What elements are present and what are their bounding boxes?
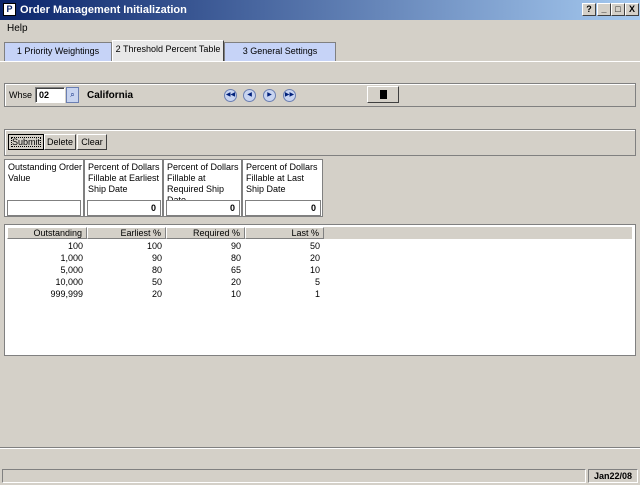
col-header-last[interactable]: Last % xyxy=(245,227,324,239)
table-cell[interactable]: 5 xyxy=(245,277,320,287)
last-record-icon[interactable]: ▶▶ xyxy=(283,89,296,102)
tab-threshold-percent-table[interactable]: 2 Threshold Percent Table xyxy=(112,40,224,62)
required-field: Percent of Dollars Fillable at Required … xyxy=(163,159,242,217)
clear-button[interactable]: Clear xyxy=(77,134,107,150)
help-button[interactable]: ? xyxy=(582,3,596,16)
col-header-required[interactable]: Required % xyxy=(166,227,245,239)
table-row[interactable]: 100 xyxy=(7,241,83,251)
whse-name: California xyxy=(87,90,134,101)
header-filler xyxy=(324,227,632,239)
bottom-divider-highlight xyxy=(0,448,640,449)
table-cell[interactable]: 80 xyxy=(166,253,241,263)
lookup-icon[interactable]: ⌕ xyxy=(66,87,79,103)
table-cell[interactable]: 80 xyxy=(87,265,162,275)
col-header-outstanding[interactable]: Outstanding xyxy=(7,227,87,239)
tab-divider xyxy=(0,61,640,62)
table-cell[interactable]: 20 xyxy=(166,277,241,287)
threshold-table[interactable]: Outstanding Earliest % Required % Last %… xyxy=(4,224,636,356)
table-cell[interactable]: 20 xyxy=(87,289,162,299)
earliest-label: Percent of Dollars Fillable at Earliest … xyxy=(88,162,160,194)
outstanding-input[interactable] xyxy=(7,200,81,216)
last-label: Percent of Dollars Fillable at Last Ship… xyxy=(246,162,318,194)
last-input[interactable]: 0 xyxy=(245,200,321,216)
warehouse-panel: Whse 02 ⌕ California ◀◀ ◀ ▶ ▶▶ xyxy=(4,83,636,107)
whse-label: Whse xyxy=(9,90,33,100)
outstanding-field: Outstanding Order Value xyxy=(4,159,84,217)
tab-priority-weightings[interactable]: 1 Priority Weightings xyxy=(4,42,112,61)
whse-input[interactable]: 02 xyxy=(35,87,65,103)
menu-bar: Help xyxy=(0,21,640,37)
delete-button[interactable]: Delete xyxy=(44,134,76,150)
table-cell[interactable]: 50 xyxy=(87,277,162,287)
table-cell[interactable]: 20 xyxy=(245,253,320,263)
delete-record-button[interactable] xyxy=(367,86,399,103)
table-row[interactable]: 5,000 xyxy=(7,265,83,275)
earliest-input[interactable]: 0 xyxy=(87,200,161,216)
prev-record-icon[interactable]: ◀ xyxy=(243,89,256,102)
table-row[interactable]: 1,000 xyxy=(7,253,83,263)
last-field: Percent of Dollars Fillable at Last Ship… xyxy=(242,159,323,217)
status-bar: Jan22/08 xyxy=(0,467,640,485)
outstanding-label: Outstanding Order Value xyxy=(8,162,83,183)
window-title: Order Management Initialization xyxy=(20,4,187,16)
table-cell[interactable]: 1 xyxy=(245,289,320,299)
next-record-icon[interactable]: ▶ xyxy=(263,89,276,102)
submit-button[interactable]: Submit xyxy=(8,134,44,150)
table-cell[interactable]: 10 xyxy=(245,265,320,275)
trash-icon xyxy=(380,90,387,99)
first-record-icon[interactable]: ◀◀ xyxy=(224,89,237,102)
minimize-button[interactable]: _ xyxy=(597,3,611,16)
table-cell[interactable]: 90 xyxy=(87,253,162,263)
app-icon: P xyxy=(3,3,16,16)
status-message-panel xyxy=(2,469,586,483)
title-bar: P Order Management Initialization ? _ □ … xyxy=(0,0,640,20)
actions-panel: Submit Delete Clear xyxy=(4,129,636,156)
table-cell[interactable]: 90 xyxy=(166,241,241,251)
table-cell[interactable]: 10 xyxy=(166,289,241,299)
table-cell[interactable]: 100 xyxy=(87,241,162,251)
table-row[interactable]: 10,000 xyxy=(7,277,83,287)
table-cell[interactable]: 65 xyxy=(166,265,241,275)
col-header-earliest[interactable]: Earliest % xyxy=(87,227,166,239)
tab-general-settings[interactable]: 3 General Settings xyxy=(224,42,336,61)
table-row[interactable]: 999,999 xyxy=(7,289,83,299)
table-cell[interactable]: 50 xyxy=(245,241,320,251)
maximize-button[interactable]: □ xyxy=(611,3,625,16)
menu-help[interactable]: Help xyxy=(7,23,28,34)
required-input[interactable]: 0 xyxy=(166,200,240,216)
earliest-field: Percent of Dollars Fillable at Earliest … xyxy=(84,159,163,217)
close-button[interactable]: X xyxy=(625,3,639,16)
status-date: Jan22/08 xyxy=(588,469,638,483)
